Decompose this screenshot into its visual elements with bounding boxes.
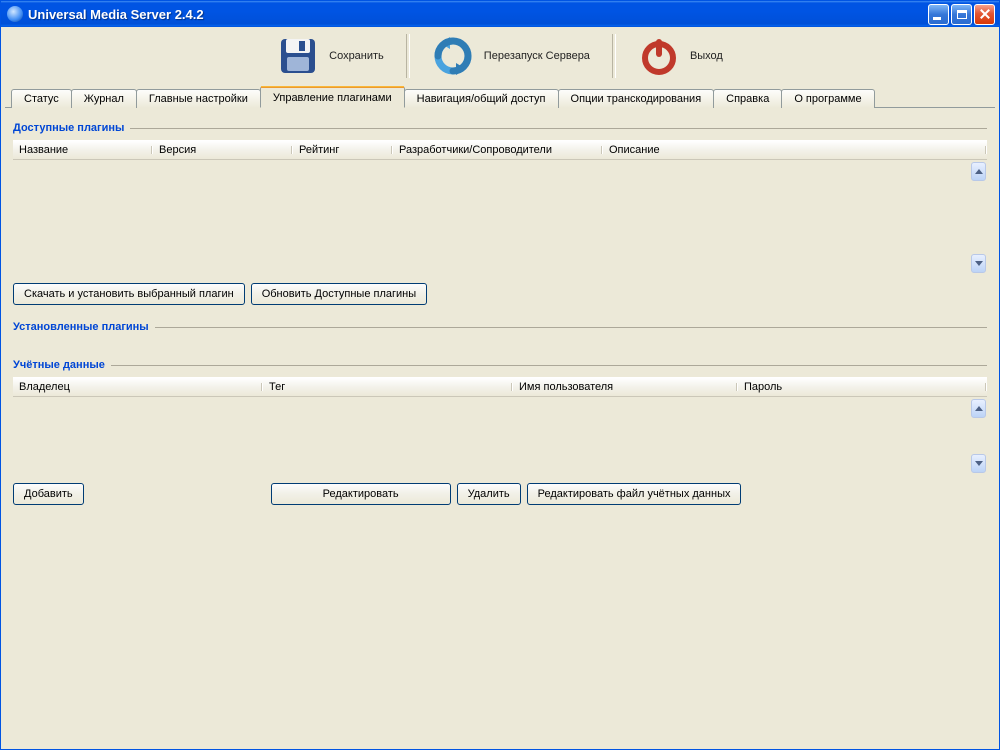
col-owner[interactable]: Владелец xyxy=(13,381,263,393)
installed-plugins-area xyxy=(13,339,987,353)
col-authors[interactable]: Разработчики/Сопроводители xyxy=(393,144,603,156)
save-label: Сохранить xyxy=(329,50,384,62)
credentials-label: Учётные данные xyxy=(13,359,987,371)
col-version[interactable]: Версия xyxy=(153,144,293,156)
quit-button[interactable]: Выход xyxy=(616,31,745,81)
restart-label: Перезапуск Сервера xyxy=(484,50,590,62)
power-icon xyxy=(638,35,680,77)
col-name[interactable]: Название xyxy=(13,144,153,156)
titlebar: Universal Media Server 2.4.2 xyxy=(1,1,999,27)
edit-credentials-file-button[interactable]: Редактировать файл учётных данных xyxy=(527,483,742,505)
section-title: Доступные плагины xyxy=(13,122,124,134)
window-controls xyxy=(928,4,995,25)
tab-label: Навигация/общий доступ xyxy=(417,93,546,105)
section-title: Установленные плагины xyxy=(13,321,149,333)
tab-label: Статус xyxy=(24,93,59,105)
scroll-up-icon[interactable] xyxy=(971,399,986,418)
refresh-available-button[interactable]: Обновить Доступные плагины xyxy=(251,283,427,305)
tab-label: Главные настройки xyxy=(149,93,248,105)
delete-button[interactable]: Удалить xyxy=(457,483,521,505)
tab-label: Управление плагинами xyxy=(273,92,392,104)
quit-label: Выход xyxy=(690,50,723,62)
maximize-button[interactable] xyxy=(951,4,972,25)
tab-status[interactable]: Статус xyxy=(11,89,72,108)
tab-transcoding[interactable]: Опции транскодирования xyxy=(558,89,715,108)
col-username[interactable]: Имя пользователя xyxy=(513,381,738,393)
available-plugins-actions: Скачать и установить выбранный плагин Об… xyxy=(13,283,987,305)
download-install-button[interactable]: Скачать и установить выбранный плагин xyxy=(13,283,245,305)
main-toolbar: Сохранить Перезапуск Сервера Выход xyxy=(1,27,999,85)
tab-about[interactable]: О программе xyxy=(781,89,874,108)
scrollbar[interactable] xyxy=(970,397,987,475)
tab-label: О программе xyxy=(794,93,861,105)
add-button[interactable]: Добавить xyxy=(13,483,84,505)
tab-label: Опции транскодирования xyxy=(571,93,702,105)
tab-help[interactable]: Справка xyxy=(713,89,782,108)
available-plugins-header: Название Версия Рейтинг Разработчики/Соп… xyxy=(13,140,987,160)
window-title: Universal Media Server 2.4.2 xyxy=(28,7,928,22)
scroll-down-icon[interactable] xyxy=(971,454,986,473)
edit-button[interactable]: Редактировать xyxy=(271,483,451,505)
plugins-panel: Доступные плагины Название Версия Рейтин… xyxy=(5,107,995,745)
available-plugins-list[interactable] xyxy=(13,160,987,275)
credentials-header: Владелец Тег Имя пользователя Пароль xyxy=(13,377,987,397)
tabstrip: Статус Журнал Главные настройки Управлен… xyxy=(1,85,999,107)
col-rating[interactable]: Рейтинг xyxy=(293,144,393,156)
credentials-actions: Добавить Редактировать Удалить Редактиро… xyxy=(13,483,987,505)
tab-navigation-share[interactable]: Навигация/общий доступ xyxy=(404,89,559,108)
scroll-up-icon[interactable] xyxy=(971,162,986,181)
tab-plugin-management[interactable]: Управление плагинами xyxy=(260,86,405,108)
scroll-down-icon[interactable] xyxy=(971,254,986,273)
col-password[interactable]: Пароль xyxy=(738,381,987,393)
installed-plugins-label: Установленные плагины xyxy=(13,321,987,333)
tab-label: Справка xyxy=(726,93,769,105)
col-tag[interactable]: Тег xyxy=(263,381,513,393)
scrollbar[interactable] xyxy=(970,160,987,275)
tab-general-settings[interactable]: Главные настройки xyxy=(136,89,261,108)
available-plugins-label: Доступные плагины xyxy=(13,122,987,134)
save-icon xyxy=(277,35,319,77)
client-area: Сохранить Перезапуск Сервера Выход Стату… xyxy=(1,27,999,749)
app-window: Universal Media Server 2.4.2 Сохранить П… xyxy=(0,0,1000,750)
minimize-button[interactable] xyxy=(928,4,949,25)
restart-icon xyxy=(432,35,474,77)
save-button[interactable]: Сохранить xyxy=(255,31,406,81)
col-description[interactable]: Описание xyxy=(603,144,987,156)
close-button[interactable] xyxy=(974,4,995,25)
app-icon xyxy=(7,6,23,22)
section-title: Учётные данные xyxy=(13,359,105,371)
credentials-list[interactable] xyxy=(13,397,987,475)
restart-button[interactable]: Перезапуск Сервера xyxy=(410,31,612,81)
tab-label: Журнал xyxy=(84,93,124,105)
tab-log[interactable]: Журнал xyxy=(71,89,137,108)
